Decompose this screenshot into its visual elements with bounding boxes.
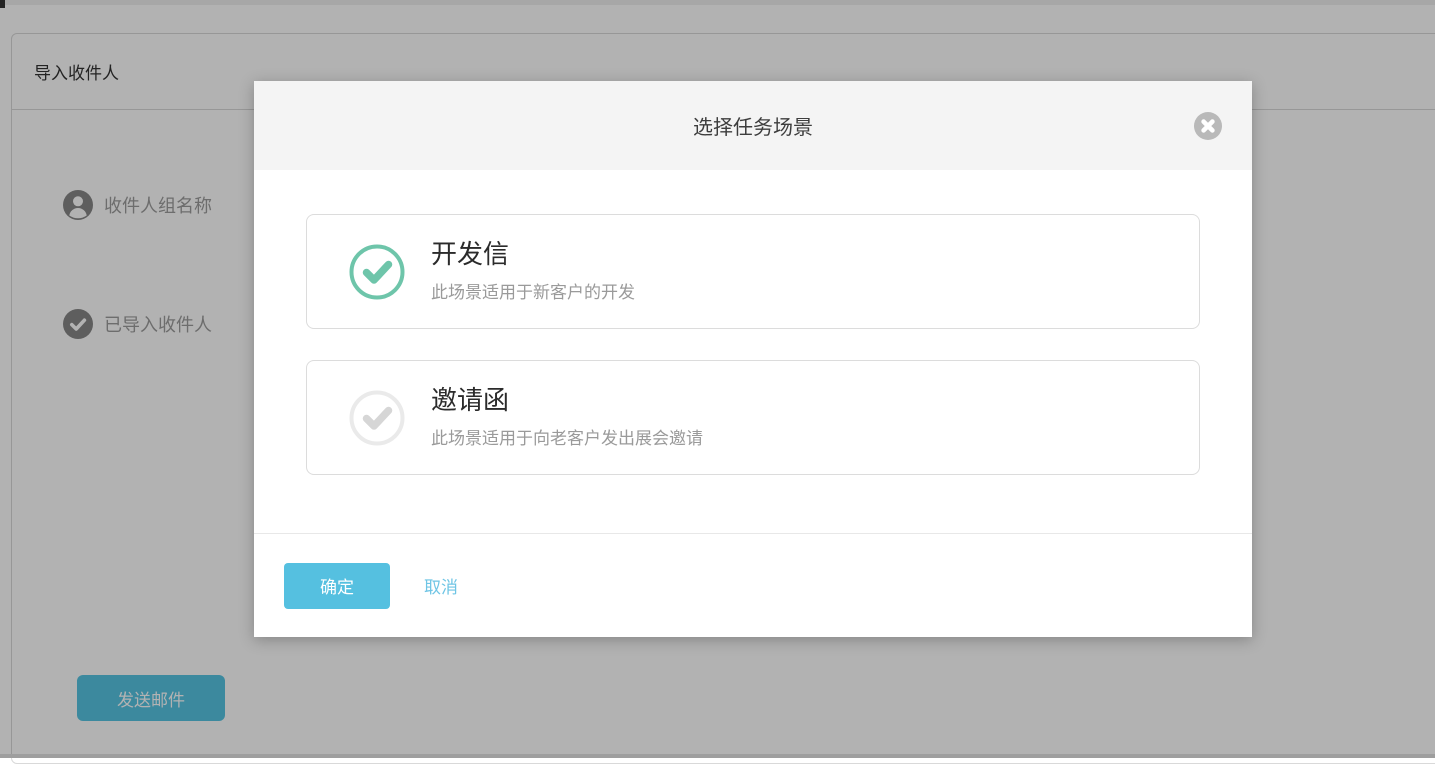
option-texts: 开发信 此场景适用于新客户的开发 [431,240,635,304]
confirm-button[interactable]: 确定 [284,563,390,609]
check-ring-icon-selected [349,244,405,300]
dialog-header: 选择任务场景 [254,81,1252,170]
option-title: 开发信 [431,240,635,270]
option-title: 邀请函 [431,386,703,416]
cancel-link[interactable]: 取消 [424,573,458,598]
option-development-letter[interactable]: 开发信 此场景适用于新客户的开发 [306,214,1200,329]
dialog-body: 开发信 此场景适用于新客户的开发 邀请函 此场景适用于向老客户发出展会邀请 [254,170,1252,533]
option-description: 此场景适用于向老客户发出展会邀请 [431,424,703,449]
option-texts: 邀请函 此场景适用于向老客户发出展会邀请 [431,386,703,450]
task-scene-dialog: 选择任务场景 开发信 此场景适用于新客户的开发 [254,81,1252,637]
dialog-title: 选择任务场景 [693,111,813,140]
close-icon[interactable] [1194,112,1222,140]
check-ring-icon-unselected [349,390,405,446]
dialog-footer: 确定 取消 [254,533,1252,637]
option-description: 此场景适用于新客户的开发 [431,278,635,303]
option-invitation-letter[interactable]: 邀请函 此场景适用于向老客户发出展会邀请 [306,360,1200,475]
